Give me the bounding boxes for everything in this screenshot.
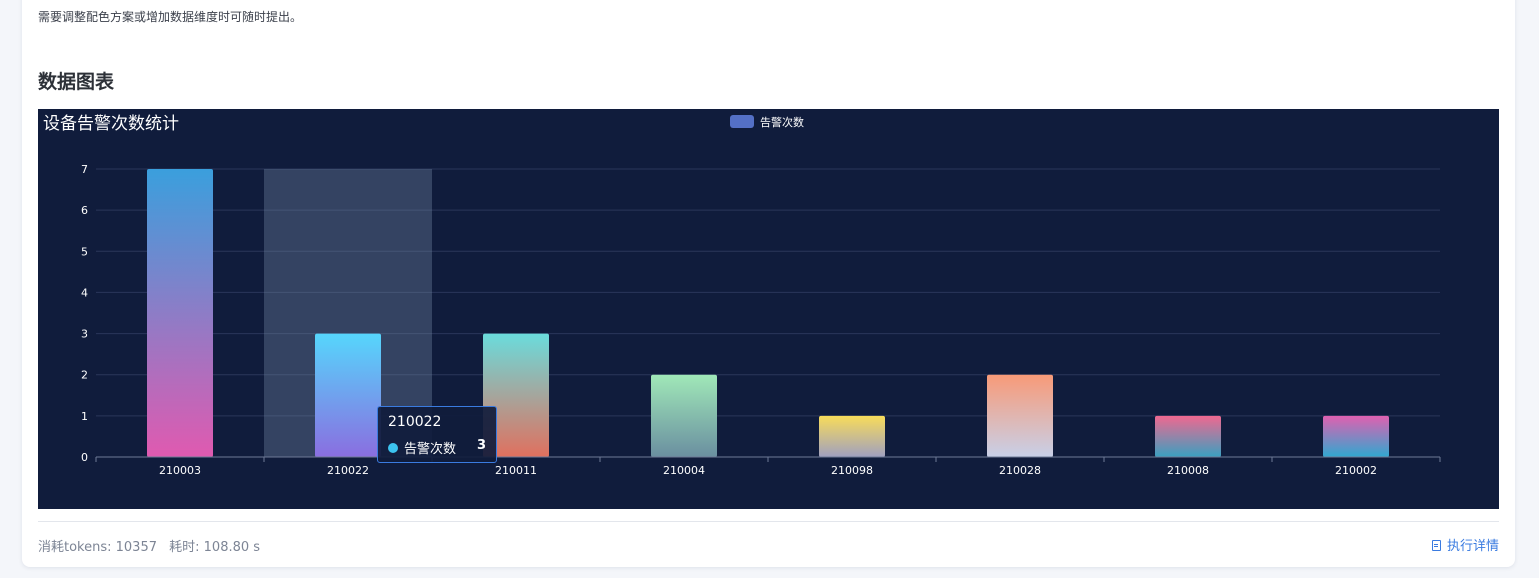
tooltip-category: 210022 [388, 414, 442, 430]
tooltip-marker [388, 443, 398, 453]
execution-details-link[interactable]: 执行详情 [1431, 535, 1499, 554]
y-tick-label: 6 [81, 204, 88, 217]
usage-stats: 消耗tokens: 10357 耗时: 108.80 s [38, 536, 260, 555]
x-tick-label: 210011 [495, 464, 537, 477]
document-icon [1431, 540, 1441, 551]
bar-210098 [819, 415, 885, 457]
y-tick-label: 3 [81, 328, 88, 341]
y-tick-label: 0 [81, 451, 88, 464]
execution-details-label: 执行详情 [1446, 539, 1499, 554]
y-tick-label: 1 [81, 410, 88, 423]
chart-title: 设备告警次数统计 [43, 114, 179, 134]
intro-note: 需要调整配色方案或增加数据维度时可随时提出。 [38, 10, 303, 24]
x-tick-label: 210028 [999, 464, 1041, 477]
x-tick-label: 210004 [663, 464, 705, 477]
y-tick-label: 4 [81, 286, 88, 299]
chart-area[interactable]: 设备告警次数统计 告警次数 0 1 2 3 4 5 6 7 210003 210022 210011 21… [38, 109, 1499, 509]
y-tick-label: 2 [81, 369, 88, 382]
chart-tooltip: 210022 告警次数 3 [377, 406, 497, 463]
bar-210004 [651, 374, 717, 457]
elapsed-time: 耗时: 108.80 s [169, 540, 261, 555]
tokens-used: 消耗tokens: 10357 [38, 540, 157, 555]
bar-210003 [147, 169, 213, 457]
y-tick-label: 5 [81, 245, 88, 258]
x-tick-label: 210002 [1335, 464, 1377, 477]
legend-swatch [730, 115, 754, 128]
bar-210028 [987, 374, 1053, 457]
x-tick-label: 210022 [327, 464, 369, 477]
bar-210002 [1323, 415, 1389, 457]
bar-chart[interactable]: 设备告警次数统计 告警次数01234567210003 210022 210011 21… [38, 109, 1499, 509]
section-title: 数据图表 [38, 71, 115, 93]
x-tick-label: 210008 [1167, 464, 1209, 477]
tooltip-value: 3 [476, 438, 486, 453]
x-tick-label: 210003 [159, 464, 201, 477]
legend-label: 告警次数 [760, 115, 804, 129]
footer-divider [38, 521, 1499, 522]
tooltip-series-name: 告警次数 [404, 442, 457, 457]
bar-210022 [315, 333, 381, 457]
bar-210008 [1155, 415, 1221, 457]
y-tick-label: 7 [81, 163, 88, 176]
x-tick-label: 210098 [831, 464, 873, 477]
